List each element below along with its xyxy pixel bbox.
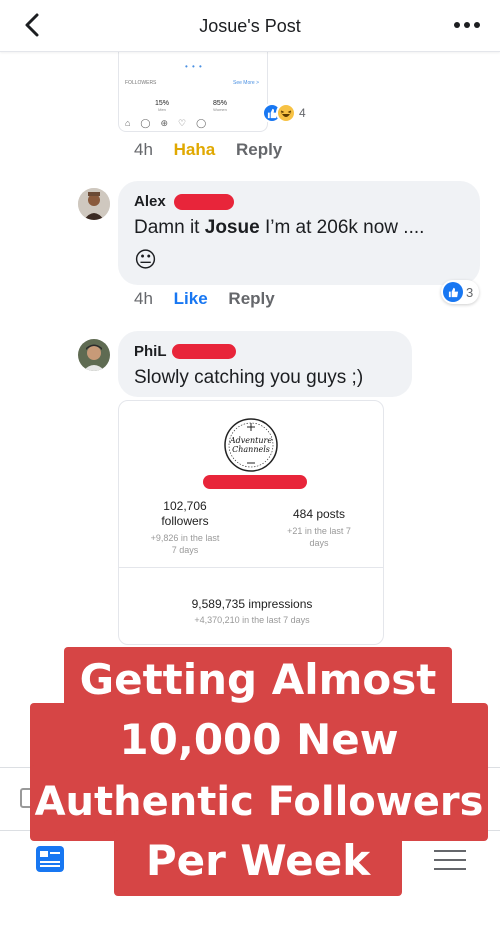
redaction-mark	[172, 344, 236, 359]
timestamp: 4h	[134, 289, 153, 308]
pager-dots: • • •	[185, 62, 203, 71]
see-more-link: See More >	[233, 80, 259, 86]
reactions-summary[interactable]: 3	[441, 280, 480, 304]
avatar[interactable]	[78, 188, 110, 220]
comment2-meta: 4h Like Reply	[134, 289, 291, 309]
posts-stat: 484 posts +21 in the last 7 days	[287, 507, 351, 548]
redaction-mark	[203, 475, 307, 489]
attached-screenshot-top[interactable]: • • • FOLLOWERS See More > 15% Men 85% Wom…	[118, 50, 268, 132]
more-dots-icon[interactable]	[450, 14, 484, 36]
haha-button[interactable]: Haha	[174, 140, 216, 159]
impressions-stat: 9,589,735 impressions +4,370,210 in the …	[191, 597, 313, 625]
reply-button[interactable]: Reply	[236, 140, 282, 159]
attached-stats-screenshot[interactable]: Adventure Channels 102,706 followers +9,…	[118, 400, 384, 645]
followers-section-label: FOLLOWERS	[125, 80, 157, 86]
comment-author[interactable]: PhiL	[134, 343, 167, 360]
adventure-channels-logo: Adventure Channels	[224, 418, 278, 472]
hamburger-menu-icon[interactable]	[434, 848, 466, 872]
app-nav-icons: ⌂◯⊕♡◯	[125, 118, 217, 128]
overlay-banner-line4: Per Week	[114, 830, 402, 896]
reactions-summary[interactable]: 4	[262, 102, 306, 124]
comment-text: Damn it Josue I’m at 206k now ....	[134, 217, 425, 238]
comment-author[interactable]: Alex	[134, 193, 166, 210]
like-reaction-icon	[443, 282, 463, 302]
reply-button[interactable]: Reply	[228, 289, 274, 308]
comment-bubble-phil[interactable]: PhiL Slowly catching you guys ;)	[118, 331, 412, 397]
men-stat: 15% Men	[155, 100, 170, 112]
redaction-mark	[174, 194, 234, 210]
top-bar: Josue's Post	[0, 0, 500, 52]
page-title: Josue's Post	[199, 16, 301, 36]
comment-text: Slowly catching you guys ;)	[134, 367, 364, 388]
like-button[interactable]: Like	[174, 289, 208, 308]
news-feed-icon[interactable]	[34, 843, 66, 875]
reaction-count: 4	[299, 106, 306, 120]
comment1-meta: 4h Haha Reply	[134, 140, 298, 160]
divider	[119, 567, 383, 568]
women-stat: 85% Women	[213, 100, 228, 112]
followers-stat: 102,706 followers +9,826 in the last 7 d…	[150, 499, 220, 555]
svg-text:Adventure: Adventure	[229, 436, 272, 445]
neutral-face-emoji: 😐	[134, 247, 157, 272]
svg-text:Channels: Channels	[232, 445, 270, 454]
reaction-count: 3	[466, 284, 474, 300]
comment-bubble-alex[interactable]: Alex Damn it Josue I’m at 206k now .... …	[118, 181, 480, 285]
avatar[interactable]	[78, 339, 110, 371]
timestamp: 4h	[134, 140, 153, 159]
haha-reaction-icon	[276, 103, 296, 123]
